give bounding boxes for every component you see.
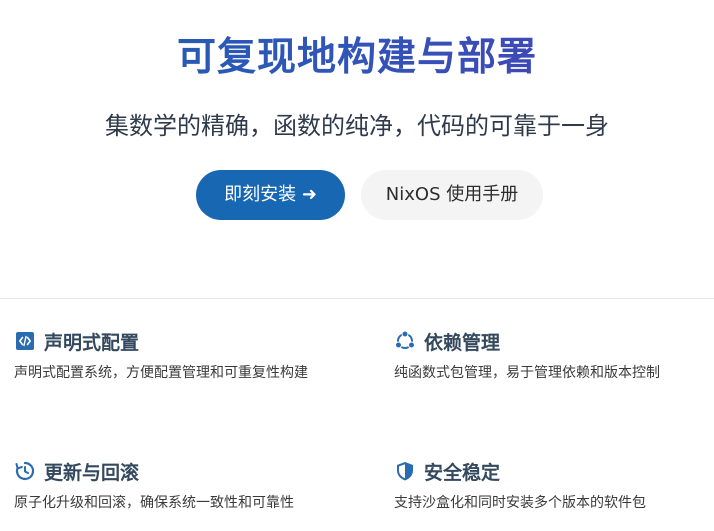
hero-section: 可复现地构建与部署 集数学的精确，函数的纯净，代码的可靠于一身 即刻安装 ➜ N…	[0, 0, 714, 298]
feature-title: 依赖管理	[424, 331, 501, 354]
hero-subtitle: 集数学的精确，函数的纯净，代码的可靠于一身	[105, 112, 609, 140]
update-icon	[14, 460, 36, 482]
feature-description: 声明式配置系统，方便配置管理和可重复性构建	[14, 365, 308, 381]
feature-dependency-management: 依赖管理 纯函数式包管理，易于管理依赖和版本控制	[394, 326, 709, 384]
install-button[interactable]: 即刻安装 ➜	[196, 170, 345, 220]
hero-title: 可复现地构建与部署	[0, 26, 714, 82]
feature-title: 声明式配置	[44, 331, 140, 354]
feature-declarative-config: 声明式配置 声明式配置系统，方便配置管理和可重复性构建	[14, 326, 344, 384]
feature-update-rollback: 更新与回滚 原子化升级和回滚，确保系统一致性和可靠性	[14, 456, 344, 514]
code-icon	[14, 330, 36, 352]
feature-security-stability: 安全稳定 支持沙盒化和同时安装多个版本的软件包	[394, 456, 709, 514]
section-divider	[0, 298, 714, 299]
manual-button[interactable]: NixOS 使用手册	[361, 170, 543, 220]
feature-description: 原子化升级和回滚，确保系统一致性和可靠性	[14, 495, 294, 511]
feature-title: 更新与回滚	[44, 461, 140, 484]
dependency-icon	[394, 330, 416, 352]
feature-description: 支持沙盒化和同时安装多个版本的软件包	[394, 495, 646, 511]
feature-description: 纯函数式包管理，易于管理依赖和版本控制	[394, 365, 660, 381]
shield-icon	[394, 460, 416, 482]
feature-title: 安全稳定	[424, 461, 501, 484]
